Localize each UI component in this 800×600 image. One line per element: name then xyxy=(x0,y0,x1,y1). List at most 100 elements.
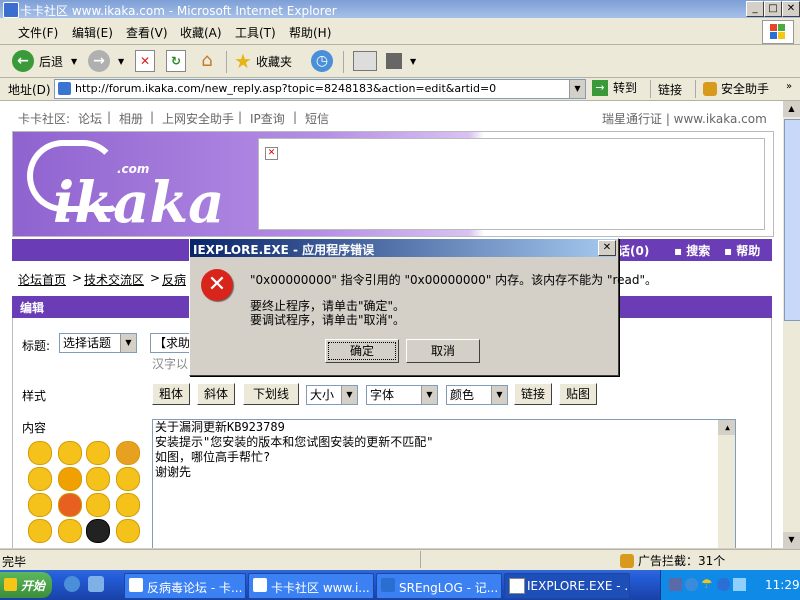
emoticon-laugh-icon[interactable] xyxy=(28,467,52,491)
tray-network-icon[interactable] xyxy=(669,578,682,591)
refresh-button[interactable]: ↻ xyxy=(166,49,186,73)
task-label: 卡卡社区 www.i... xyxy=(271,581,370,595)
tray-umbrella-icon[interactable]: ☂ xyxy=(701,578,714,591)
go-button[interactable]: → 转到 xyxy=(592,79,637,96)
emoticon-cry-icon[interactable] xyxy=(116,493,140,517)
topnav-passport[interactable]: 瑞星通行证 | www.ikaka.com xyxy=(602,110,767,127)
maximize-button[interactable]: □ xyxy=(764,1,782,17)
task-item[interactable]: SREngLOG - 记... xyxy=(376,573,502,599)
address-input[interactable]: http://forum.ikaka.com/new_reply.asp?top… xyxy=(54,79,586,99)
forward-arrow-icon: → xyxy=(88,50,110,72)
topnav-divider: | xyxy=(107,110,112,124)
dialog-close-button[interactable]: ✕ xyxy=(598,240,616,256)
topnav-forum[interactable]: 论坛 xyxy=(78,110,102,127)
nav-help[interactable]: ▪ 帮助 xyxy=(724,242,760,259)
back-button[interactable]: ← 后退 ▼ xyxy=(12,49,77,73)
edit-dropdown-icon[interactable]: ▼ xyxy=(410,57,416,66)
close-button[interactable]: ✕ xyxy=(782,1,800,17)
topic-select[interactable]: 选择话题 ▼ xyxy=(59,333,137,353)
title-input[interactable]: 【求助 xyxy=(150,333,192,353)
ad-box: ✕ xyxy=(258,138,765,230)
breadcrumb-tech[interactable]: 技术交流区 xyxy=(84,271,144,288)
topnav-divider: | xyxy=(150,110,155,124)
history-button[interactable]: ◷ xyxy=(311,49,333,73)
underline-button[interactable]: 下划线 xyxy=(243,383,299,405)
bold-button[interactable]: 粗体 xyxy=(152,383,190,405)
address-dropdown-icon[interactable]: ▼ xyxy=(569,80,585,98)
tray-shield-icon[interactable] xyxy=(733,578,746,591)
emoticon-grin-icon[interactable] xyxy=(58,441,82,465)
popup-blocker-status[interactable]: 广告拦截：31个 xyxy=(620,552,725,569)
size-select[interactable]: 大小 ▼ xyxy=(306,385,358,405)
topnav-security-assistant[interactable]: 上网安全助手 xyxy=(162,110,234,127)
edit-button[interactable]: ▼ xyxy=(386,49,416,73)
emoticon-shy-icon[interactable] xyxy=(116,519,140,543)
emoticon-blush-icon[interactable] xyxy=(28,493,52,517)
start-button[interactable]: 开始 xyxy=(0,572,52,598)
color-select[interactable]: 颜色 ▼ xyxy=(446,385,508,405)
content-textarea[interactable]: 关于漏洞更新KB923789 安装提示"您安装的版本和您试图安装的更新不匹配" … xyxy=(152,419,736,548)
tray-ie-icon[interactable] xyxy=(717,578,730,591)
page-scrollbar[interactable]: ▲ ▼ xyxy=(783,101,800,548)
scroll-up-icon[interactable]: ▲ xyxy=(718,420,735,435)
task-item-active[interactable]: IEXPLORE.EXE - ... xyxy=(504,573,630,599)
stop-button[interactable]: ✕ xyxy=(135,49,155,73)
chevron-down-icon: ▼ xyxy=(341,386,357,404)
nav-search[interactable]: ▪ 搜索 xyxy=(674,242,710,259)
toolbar-chevron-icon[interactable]: » xyxy=(786,81,792,92)
menu-tools[interactable]: 工具(T) xyxy=(235,24,276,41)
emoticon-confused-icon[interactable] xyxy=(28,519,52,543)
menu-file[interactable]: 文件(F) xyxy=(18,24,58,41)
task-item[interactable]: 反病毒论坛 - 卡... xyxy=(124,573,246,599)
forward-button[interactable]: → ▼ xyxy=(88,49,124,73)
topnav-ip-lookup[interactable]: IP查询 xyxy=(250,110,285,127)
home-button[interactable]: ⌂ xyxy=(196,49,218,73)
emoticon-smile-icon[interactable] xyxy=(28,441,52,465)
nav-messages[interactable]: 话(0) xyxy=(618,242,649,259)
status-text: 完毕 xyxy=(2,555,27,569)
quicklaunch-ie-icon[interactable] xyxy=(64,576,80,592)
tray-clock[interactable]: 11:29 xyxy=(765,578,800,592)
emoticon-sweat-icon[interactable] xyxy=(116,467,140,491)
content-scrollbar[interactable]: ▲ xyxy=(718,420,735,548)
emoticon-angry-icon[interactable] xyxy=(58,493,82,517)
ie-app-icon xyxy=(3,2,19,18)
print-button[interactable] xyxy=(353,49,377,73)
emoticon-tongue-icon[interactable] xyxy=(58,519,82,543)
scroll-up-icon[interactable]: ▲ xyxy=(783,101,800,117)
emoticon-love-icon[interactable] xyxy=(116,441,140,465)
cancel-button[interactable]: 取消 xyxy=(406,339,480,363)
emoticon-cool-icon[interactable] xyxy=(58,467,82,491)
links-button[interactable]: 链接 xyxy=(658,81,682,98)
breadcrumb-home[interactable]: 论坛首页 xyxy=(18,271,66,288)
quicklaunch-desktop-icon[interactable] xyxy=(88,576,104,592)
minimize-button[interactable]: _ xyxy=(746,1,764,17)
emoticon-alien-icon[interactable] xyxy=(86,519,110,543)
ok-button[interactable]: 确定 xyxy=(325,339,399,363)
chevron-down-icon: ▼ xyxy=(491,386,507,404)
task-item[interactable]: 卡卡社区 www.i... xyxy=(248,573,374,599)
emoticon-surprise-icon[interactable] xyxy=(86,467,110,491)
menu-favorites[interactable]: 收藏(A) xyxy=(180,24,222,41)
back-dropdown-icon[interactable]: ▼ xyxy=(71,57,77,66)
menu-view[interactable]: 查看(V) xyxy=(126,24,168,41)
insert-image-button[interactable]: 贴图 xyxy=(559,383,597,405)
emoticon-wink-icon[interactable] xyxy=(86,441,110,465)
content-label: 内容 xyxy=(22,421,47,435)
menu-help[interactable]: 帮助(H) xyxy=(289,24,331,41)
scroll-thumb[interactable] xyxy=(784,119,800,321)
font-select[interactable]: 字体 ▼ xyxy=(366,385,438,405)
emoticon-sad-icon[interactable] xyxy=(86,493,110,517)
link-button[interactable]: 链接 xyxy=(514,383,552,405)
topnav-messages[interactable]: 短信 xyxy=(305,110,329,127)
breadcrumb-antivirus[interactable]: 反病 xyxy=(162,271,186,288)
security-assistant-button[interactable]: 安全助手 xyxy=(703,80,769,97)
menu-edit[interactable]: 编辑(E) xyxy=(72,24,113,41)
italic-button[interactable]: 斜体 xyxy=(197,383,235,405)
topnav-divider: | xyxy=(293,110,298,124)
topnav-album[interactable]: 相册 xyxy=(119,110,143,127)
scroll-down-icon[interactable]: ▼ xyxy=(783,532,800,548)
favorites-button[interactable]: ★ 收藏夹 xyxy=(234,49,292,73)
tray-update-icon[interactable] xyxy=(685,578,698,591)
forward-dropdown-icon[interactable]: ▼ xyxy=(118,57,124,66)
